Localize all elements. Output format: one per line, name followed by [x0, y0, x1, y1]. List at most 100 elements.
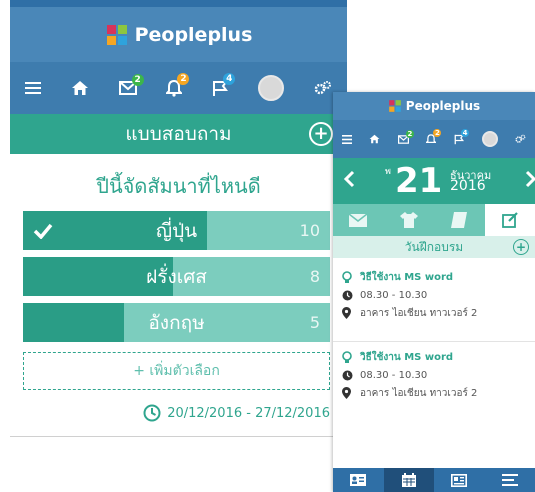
survey-option-3[interactable]: อังกฤษ 5 — [23, 303, 330, 342]
add-training-button[interactable]: + — [513, 239, 529, 255]
option-count: 5 — [309, 313, 320, 332]
divider — [333, 341, 535, 342]
settings-button[interactable] — [314, 80, 332, 96]
bottom-nav-contacts[interactable] — [333, 468, 384, 492]
map-marker-icon — [342, 307, 360, 319]
event-title: วิธีใช้งาน MS word — [360, 351, 454, 363]
section-title: วันฝึกอบรม — [404, 239, 464, 254]
option-label: ญี่ปุ่น — [155, 219, 198, 242]
bottom-nav-news[interactable] — [434, 468, 485, 492]
event-item[interactable]: วิธีใช้งาน MS word 08.30 - 10.30 อาคาร ไ… — [342, 268, 527, 322]
category-tabs — [333, 204, 535, 236]
survey-screen: Peopleplus 2 2 4 แบบสอบถาม + ปีนี้จัดสัม… — [10, 0, 347, 492]
bottom-nav — [333, 468, 535, 492]
add-survey-button[interactable]: + — [309, 122, 333, 146]
edit-icon — [501, 212, 518, 228]
chevron-left-icon — [343, 170, 355, 188]
main-nav: 2 2 4 — [10, 62, 347, 114]
page-title: แบบสอบถาม — [125, 123, 232, 145]
clock-icon — [342, 370, 360, 381]
avatar — [258, 75, 285, 101]
contact-card-icon — [350, 474, 367, 486]
hamburger-icon — [341, 134, 352, 144]
date-header: พ 21 ธันวาคม 2016 — [333, 158, 535, 204]
bottom-nav-menu[interactable] — [485, 468, 535, 492]
home-icon — [71, 81, 88, 95]
map-marker-icon — [342, 387, 360, 399]
section-title-bar: วันฝึกอบรม + — [333, 236, 535, 258]
flag-button[interactable]: 4 — [212, 72, 236, 97]
avatar — [481, 131, 498, 147]
event-time: 08.30 - 10.30 — [360, 289, 428, 301]
home-button[interactable] — [71, 80, 89, 96]
divider — [10, 436, 347, 437]
lightbulb-icon — [342, 350, 360, 364]
peopleplus-logo — [106, 24, 127, 45]
tab-mail[interactable] — [333, 204, 384, 236]
notification-button[interactable]: 2 — [426, 128, 442, 145]
menu-button[interactable] — [341, 134, 352, 144]
menu-button[interactable] — [24, 81, 41, 95]
tab-uniform[interactable] — [384, 204, 435, 236]
flag-button[interactable]: 4 — [454, 128, 470, 145]
day-of-week: พ — [385, 167, 391, 177]
brand-header: Peopleplus — [333, 92, 535, 120]
home-button[interactable] — [369, 134, 380, 144]
survey-question: ปีนี้จัดสัมนาที่ไหนดี — [96, 174, 261, 198]
survey-option-2[interactable]: ฝรั่งเศส 8 — [23, 257, 330, 296]
option-count: 8 — [309, 267, 320, 286]
event-place: อาคาร ไอเชียน ทาวเวอร์ 2 — [360, 387, 478, 399]
tab-edit[interactable] — [484, 204, 535, 236]
home-icon — [369, 134, 380, 144]
prev-day-button[interactable] — [343, 170, 355, 192]
bell-badge: 2 — [433, 128, 442, 137]
brand-name: Peopleplus — [405, 99, 481, 113]
menu-lines-icon — [501, 474, 518, 486]
brand-name: Peopleplus — [134, 23, 253, 46]
calendar-icon — [401, 473, 416, 487]
gears-icon — [515, 134, 526, 143]
shirt-icon — [399, 212, 418, 228]
survey-option-1[interactable]: ญี่ปุ่น 10 — [23, 211, 330, 250]
event-time: 08.30 - 10.30 — [360, 369, 428, 381]
day-number: 21 — [395, 161, 443, 201]
settings-button[interactable] — [515, 134, 526, 144]
profile-button[interactable] — [481, 131, 498, 147]
bottom-nav-calendar[interactable] — [383, 468, 434, 492]
option-label: ฝรั่งเศส — [146, 265, 207, 288]
event-item[interactable]: วิธีใช้งาน MS word 08.30 - 10.30 อาคาร ไ… — [342, 348, 527, 402]
mail-badge: 2 — [405, 129, 414, 138]
notes-icon — [451, 212, 468, 228]
option-label: อังกฤษ — [148, 311, 205, 334]
option-count: 10 — [299, 221, 320, 240]
clock-icon — [143, 404, 161, 422]
plus-icon: + — [515, 240, 527, 254]
newspaper-icon — [451, 473, 468, 487]
mail-button[interactable]: 2 — [118, 74, 144, 95]
lightbulb-icon — [342, 270, 360, 284]
page-title-bar: แบบสอบถาม + — [10, 114, 347, 154]
bell-badge: 2 — [177, 72, 190, 85]
gears-icon — [314, 81, 331, 95]
envelope-icon — [349, 213, 368, 227]
notification-button[interactable]: 2 — [166, 72, 190, 97]
clock-icon — [342, 290, 360, 301]
survey-date-range: 20/12/2016 - 27/12/2016 — [143, 404, 330, 422]
year: 2016 — [450, 178, 486, 194]
add-option-button[interactable]: + เพิ่มตัวเลือก — [23, 352, 330, 390]
hamburger-icon — [24, 82, 41, 94]
flag-badge: 4 — [223, 72, 236, 85]
calendar-screen: Peopleplus 2 2 4 พ 21 ธันวาคม 2016 วันฝึ… — [333, 92, 535, 492]
event-title: วิธีใช้งาน MS word — [360, 271, 454, 283]
next-day-button[interactable] — [525, 170, 535, 192]
chevron-right-icon — [525, 170, 535, 188]
peopleplus-logo — [388, 100, 401, 112]
profile-button[interactable] — [258, 75, 285, 101]
tab-notes[interactable] — [434, 204, 485, 236]
event-place: อาคาร ไอเชียน ทาวเวอร์ 2 — [360, 307, 478, 319]
main-nav: 2 2 4 — [333, 120, 535, 158]
flag-badge: 4 — [461, 128, 470, 137]
date-range-text: 20/12/2016 - 27/12/2016 — [167, 405, 330, 421]
plus-icon: + — [313, 123, 329, 144]
mail-button[interactable]: 2 — [397, 129, 414, 144]
